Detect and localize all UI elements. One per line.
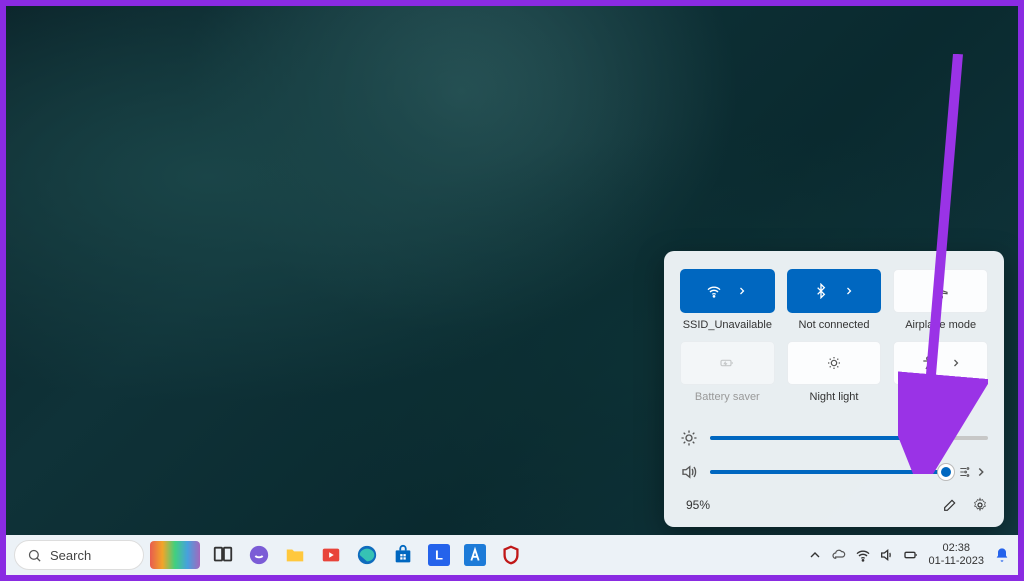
search-icon bbox=[27, 548, 42, 563]
clock-time: 02:38 bbox=[929, 542, 984, 555]
edit-quick-settings-button[interactable] bbox=[942, 497, 958, 513]
wifi-tray-icon[interactable] bbox=[855, 547, 871, 563]
app-l-icon[interactable]: L bbox=[426, 542, 452, 568]
clock-date: 01-11-2023 bbox=[929, 555, 984, 568]
file-explorer-icon[interactable] bbox=[282, 542, 308, 568]
night-light-tile-label: Night light bbox=[787, 391, 882, 403]
taskbar: Search L 02:38 01-11-2023 bbox=[6, 535, 1018, 575]
app-a-icon[interactable] bbox=[462, 542, 488, 568]
night-light-icon bbox=[826, 355, 842, 371]
volume-tray-icon[interactable] bbox=[879, 547, 895, 563]
movies-app-icon[interactable] bbox=[318, 542, 344, 568]
mixer-icon bbox=[958, 465, 972, 479]
volume-slider[interactable] bbox=[680, 463, 988, 481]
chat-app-icon[interactable] bbox=[246, 542, 272, 568]
airplane-mode-tile[interactable] bbox=[893, 269, 988, 313]
tray-overflow-icon[interactable] bbox=[807, 547, 823, 563]
wifi-tile[interactable] bbox=[680, 269, 775, 313]
bluetooth-icon bbox=[813, 283, 829, 299]
notifications-tray-icon[interactable] bbox=[994, 547, 1010, 563]
brightness-icon bbox=[680, 429, 698, 447]
battery-percent-label: 95% bbox=[686, 498, 710, 512]
battery-saver-tile-label: Battery saver bbox=[680, 391, 775, 403]
night-light-tile[interactable] bbox=[787, 341, 882, 385]
airplane-mode-tile-label: Airplane mode bbox=[893, 319, 988, 331]
audio-output-selector[interactable] bbox=[958, 465, 988, 479]
battery-tray-icon[interactable] bbox=[903, 547, 919, 563]
bluetooth-tile-label: Not connected bbox=[787, 319, 882, 331]
bluetooth-tile[interactable] bbox=[787, 269, 882, 313]
brightness-slider[interactable] bbox=[680, 429, 988, 447]
accessibility-tile[interactable] bbox=[893, 341, 988, 385]
chevron-right-icon bbox=[736, 285, 748, 297]
search-highlight-icon[interactable] bbox=[150, 541, 200, 569]
battery-status[interactable]: 95% bbox=[680, 498, 710, 512]
store-app-icon[interactable] bbox=[390, 542, 416, 568]
svg-text:L: L bbox=[435, 548, 443, 563]
task-view-button[interactable] bbox=[210, 542, 236, 568]
wifi-tile-label: SSID_Unavailable bbox=[680, 319, 775, 331]
edge-browser-icon[interactable] bbox=[354, 542, 380, 568]
taskbar-clock[interactable]: 02:38 01-11-2023 bbox=[929, 542, 984, 568]
battery-saver-icon bbox=[719, 355, 735, 371]
settings-button[interactable] bbox=[972, 497, 988, 513]
wifi-icon bbox=[706, 283, 722, 299]
chevron-right-icon bbox=[950, 357, 962, 369]
accessibility-icon bbox=[920, 355, 936, 371]
accessibility-tile-label: Accessibility bbox=[893, 391, 988, 403]
airplane-icon bbox=[933, 283, 949, 299]
taskbar-search[interactable]: Search bbox=[14, 540, 144, 570]
onedrive-tray-icon[interactable] bbox=[831, 547, 847, 563]
search-placeholder: Search bbox=[50, 548, 91, 563]
chevron-right-icon bbox=[843, 285, 855, 297]
mcafee-app-icon[interactable] bbox=[498, 542, 524, 568]
battery-saver-tile bbox=[680, 341, 775, 385]
chevron-right-icon bbox=[974, 465, 988, 479]
quick-settings-panel: SSID_Unavailable Not connected Airplane … bbox=[664, 251, 1004, 527]
volume-icon bbox=[680, 463, 698, 481]
